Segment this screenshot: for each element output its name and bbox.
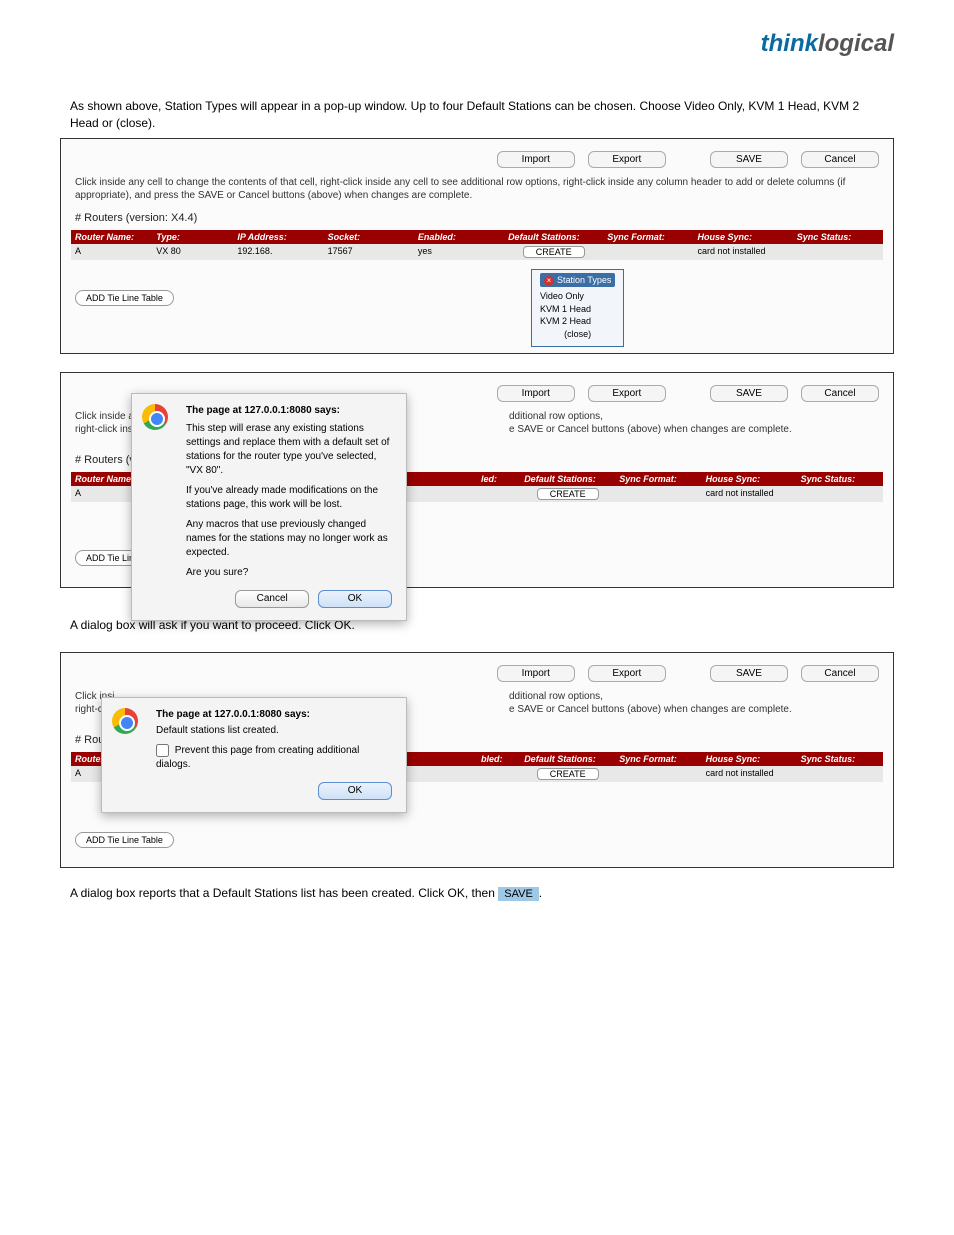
import-button[interactable]: Import (497, 151, 575, 168)
table-row[interactable]: A VX 80 192.168. 17567 yes CREATE card n… (71, 244, 883, 260)
cancel-button[interactable]: Cancel (801, 665, 879, 682)
confirm-dialog: The page at 127.0.0.1:8080 says: This st… (131, 393, 407, 621)
create-button[interactable]: CREATE (537, 768, 599, 780)
toolbar-1: Import Export SAVE Cancel (71, 149, 883, 176)
prevent-dialogs-label: Prevent this page from creating addition… (156, 745, 359, 770)
cell-sync-status[interactable] (793, 244, 883, 260)
panel-1: Import Export SAVE Cancel Click inside a… (60, 138, 894, 354)
cell-house-sync[interactable]: card not installed (694, 244, 793, 260)
cell-house-sync[interactable]: card not installed (702, 766, 797, 782)
panel-2: Import Export SAVE Cancel Click inside a… (60, 372, 894, 588)
export-button[interactable]: Export (588, 385, 666, 402)
cell-enabled[interactable]: yes (414, 244, 504, 260)
popup-option-kvm2[interactable]: KVM 2 Head (540, 315, 615, 328)
station-types-popup: ×Station Types Video Only KVM 1 Head KVM… (531, 269, 624, 347)
save-button[interactable]: SAVE (710, 385, 788, 402)
popup-option-close[interactable]: (close) (540, 328, 615, 341)
popup-option-kvm1[interactable]: KVM 1 Head (540, 303, 615, 316)
col-router-name[interactable]: Router Name: (71, 230, 152, 244)
col-ip[interactable]: IP Address: (233, 230, 323, 244)
cell-house-sync[interactable]: card not installed (702, 486, 797, 502)
col-enabled-short[interactable]: bled: (477, 752, 520, 766)
dialog-title: The page at 127.0.0.1:8080 says: (186, 404, 392, 418)
tip-text-2-right: dditional row options, e SAVE or Cancel … (509, 410, 879, 436)
col-default-stations[interactable]: Default Stations: (520, 472, 615, 486)
dialog-cancel-button[interactable]: Cancel (235, 590, 309, 608)
save-button[interactable]: SAVE (710, 151, 788, 168)
import-button[interactable]: Import (497, 385, 575, 402)
col-enabled-short[interactable]: led: (477, 472, 520, 486)
cell-socket[interactable]: 17567 (324, 244, 414, 260)
lead-paragraph-1: As shown above, Station Types will appea… (70, 98, 884, 132)
cell-ip[interactable]: 192.168. (233, 244, 323, 260)
routers-subheading-1: # Routers (version: X4.4) (75, 212, 879, 224)
dialog-p3: Any macros that use previously changed n… (186, 518, 392, 560)
routers-table-1: Router Name: Type: IP Address: Socket: E… (71, 230, 883, 260)
create-button[interactable]: CREATE (523, 246, 585, 258)
add-tie-line-button[interactable]: ADD Tie Line Table (75, 290, 174, 306)
col-enabled[interactable]: Enabled: (414, 230, 504, 244)
export-button[interactable]: Export (588, 151, 666, 168)
import-button[interactable]: Import (497, 665, 575, 682)
toolbar-3: Import Export SAVE Cancel (71, 663, 883, 690)
tip-text-1: Click inside any cell to change the cont… (75, 176, 879, 202)
col-socket[interactable]: Socket: (324, 230, 414, 244)
dialog2-title: The page at 127.0.0.1:8080 says: (156, 708, 392, 722)
popup-title: ×Station Types (540, 273, 615, 288)
col-type[interactable]: Type: (152, 230, 233, 244)
cell-sync-format[interactable] (603, 244, 693, 260)
col-sync-status[interactable]: Sync Status: (797, 472, 883, 486)
col-sync-format[interactable]: Sync Format: (615, 752, 701, 766)
chrome-icon (112, 708, 144, 740)
popup-option-video-only[interactable]: Video Only (540, 290, 615, 303)
dialog-ok-button[interactable]: OK (318, 590, 392, 608)
cell-type[interactable]: VX 80 (152, 244, 233, 260)
dialog2-msg: Default stations list created. (156, 724, 392, 738)
tip-text-2-left: Click inside any ce right-click inside a (75, 410, 137, 436)
col-default-stations[interactable]: Default Stations: (520, 752, 615, 766)
col-sync-format[interactable]: Sync Format: (615, 472, 701, 486)
col-house-sync[interactable]: House Sync: (694, 230, 793, 244)
add-tie-line-button[interactable]: ADD Tie Line Table (75, 832, 174, 848)
dialog-p1: This step will erase any existing statio… (186, 422, 392, 478)
prevent-dialogs-checkbox[interactable] (156, 744, 169, 757)
col-default-stations[interactable]: Default Stations: (504, 230, 603, 244)
panel-3: Import Export SAVE Cancel Click insi rig… (60, 652, 894, 868)
col-house-sync[interactable]: House Sync: (702, 472, 797, 486)
cancel-button[interactable]: Cancel (801, 385, 879, 402)
dialog-p4: Are you sure? (186, 566, 392, 580)
col-sync-status[interactable]: Sync Status: (793, 230, 883, 244)
dialog2-ok-button[interactable]: OK (318, 782, 392, 800)
info-dialog: The page at 127.0.0.1:8080 says: Default… (101, 697, 407, 813)
cell-default-stations[interactable]: CREATE (504, 244, 603, 260)
caption-3: A dialog box reports that a Default Stat… (70, 886, 884, 901)
brand-part1: think (761, 30, 818, 57)
dialog-p2: If you've already made modifications on … (186, 484, 392, 512)
tip-text-3-right: dditional row options, e SAVE or Cancel … (509, 690, 879, 716)
brand-logo: thinklogical (60, 30, 894, 58)
save-button[interactable]: SAVE (710, 665, 788, 682)
col-sync-status[interactable]: Sync Status: (797, 752, 883, 766)
create-button[interactable]: CREATE (537, 488, 599, 500)
brand-part2: logical (818, 30, 894, 57)
save-highlight: SAVE (498, 887, 539, 901)
col-house-sync[interactable]: House Sync: (702, 752, 797, 766)
cell-name[interactable]: A (71, 244, 152, 260)
close-icon[interactable]: × (544, 276, 554, 286)
chrome-icon (142, 404, 174, 436)
cancel-button[interactable]: Cancel (801, 151, 879, 168)
col-sync-format[interactable]: Sync Format: (603, 230, 693, 244)
export-button[interactable]: Export (588, 665, 666, 682)
